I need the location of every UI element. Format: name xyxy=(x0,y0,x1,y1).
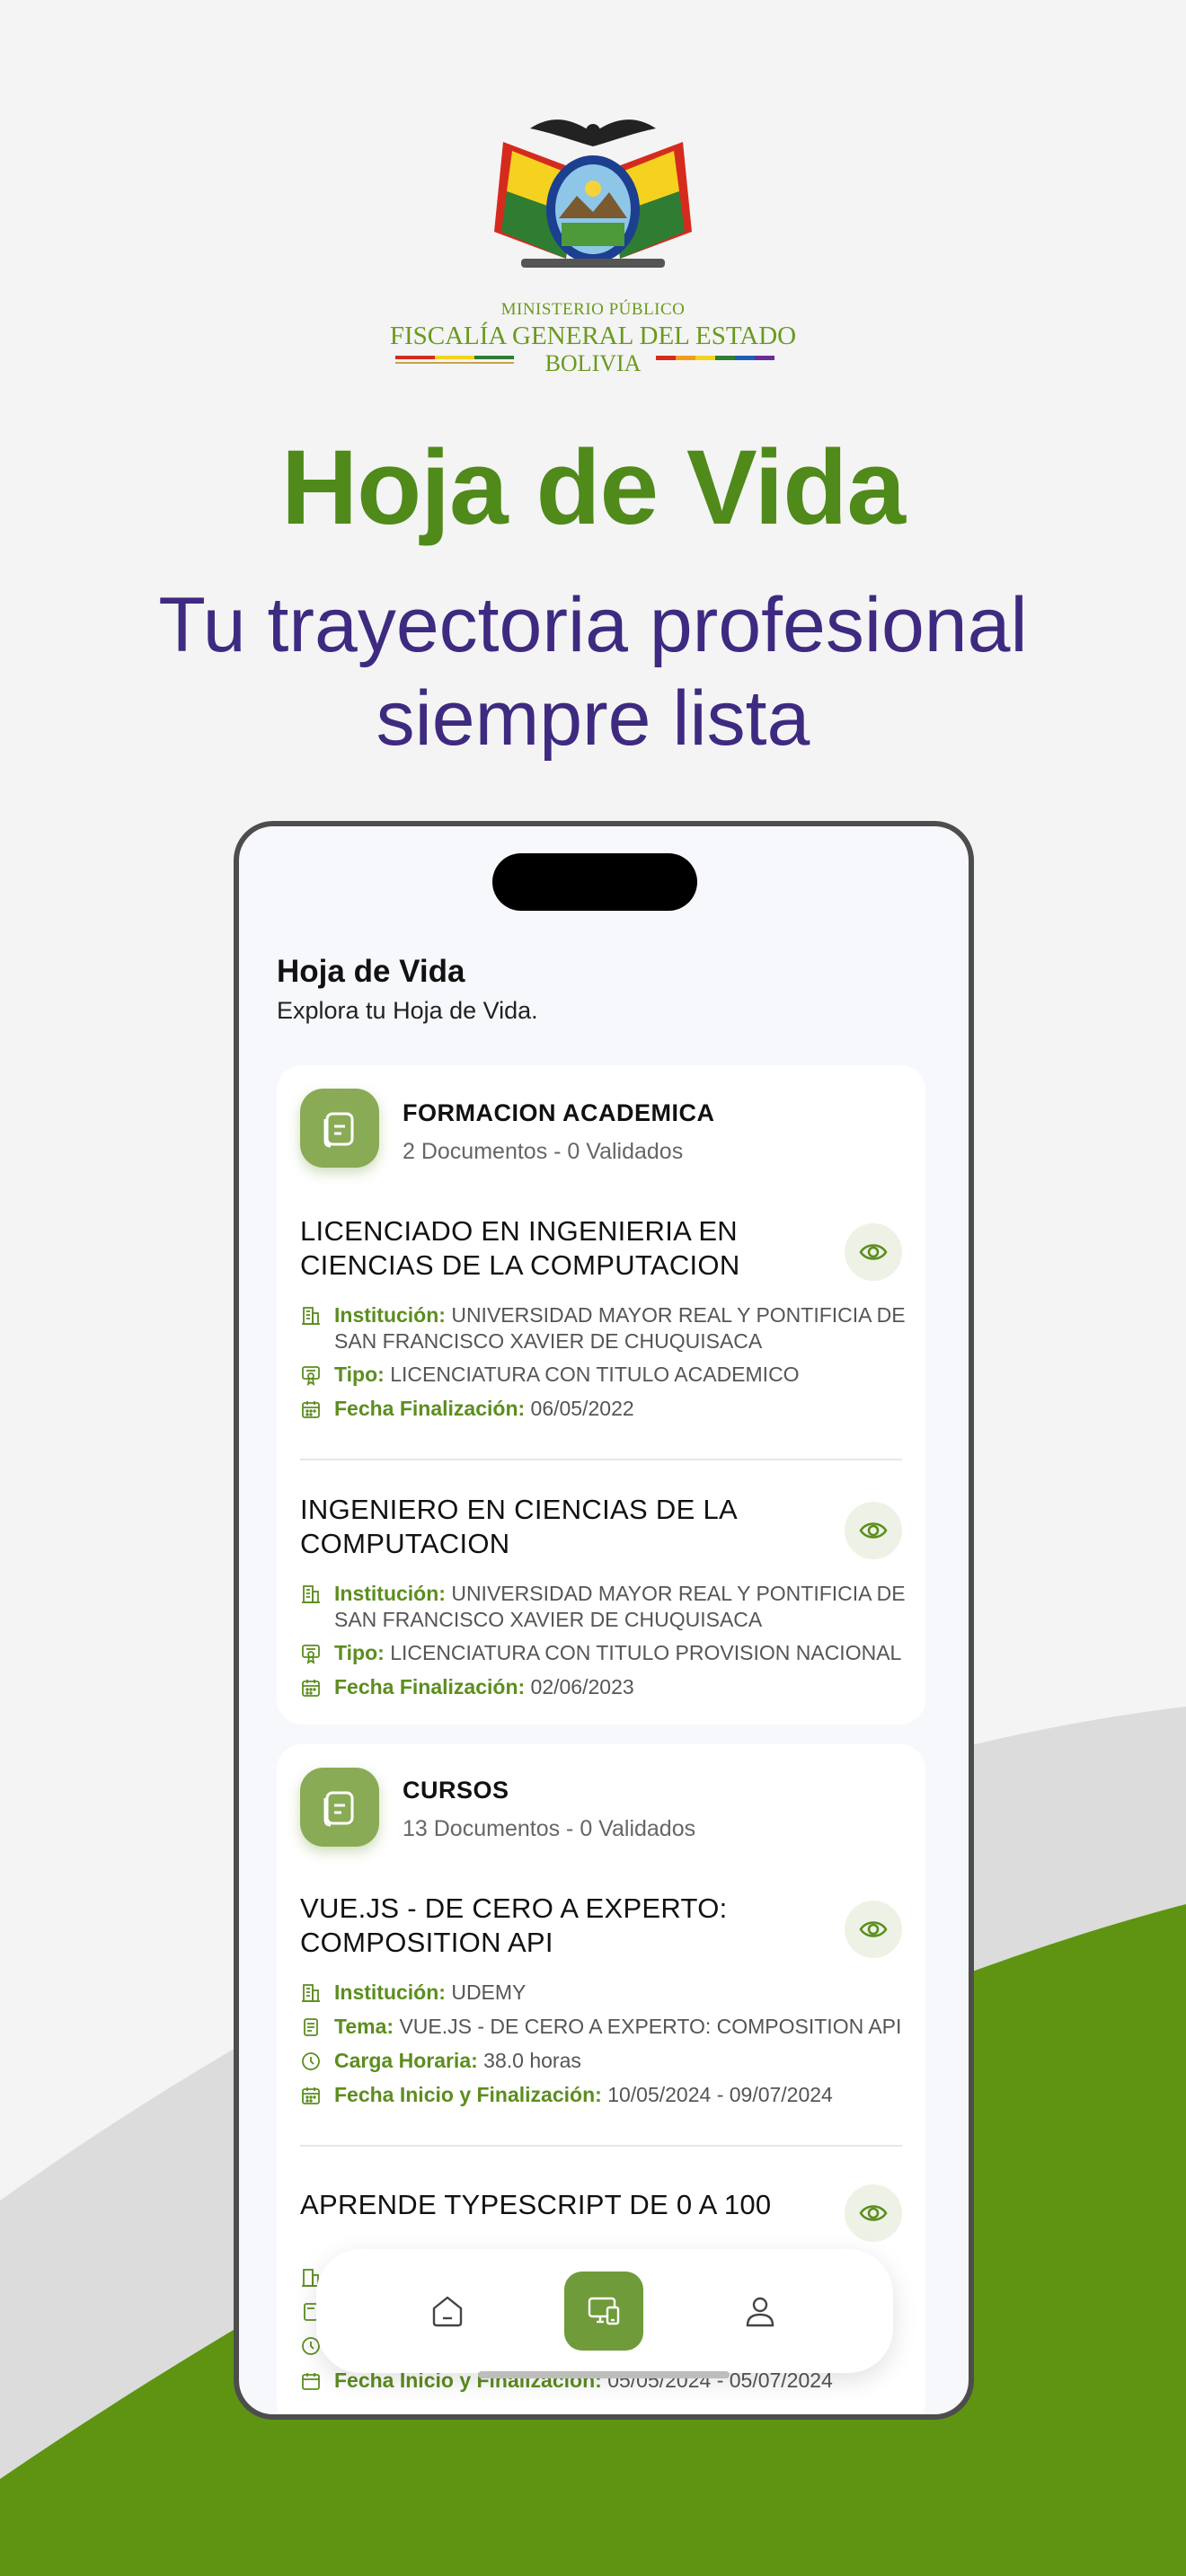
fecha-label: Fecha Finalización: xyxy=(334,1675,526,1698)
institution-row: Institución: UNIVERSIDAD MAYOR REAL Y PO… xyxy=(300,1581,911,1633)
institution-row: Institución: UDEMY xyxy=(300,1980,911,2006)
fecha-row: Fecha Inicio y Finalización: 10/05/2024 … xyxy=(300,2082,911,2108)
section-count: 13 Documentos - 0 Validados xyxy=(403,1816,696,1841)
page-title: Hoja de Vida xyxy=(277,954,465,989)
section-card-formacion-academica: FORMACION ACADEMICA 2 Documentos - 0 Val… xyxy=(277,1065,925,1725)
document-icon xyxy=(300,1089,379,1168)
home-indicator xyxy=(478,2371,730,2378)
fecha-row: Fecha Finalización: 06/05/2022 xyxy=(300,1396,911,1422)
fecha-label: Fecha Finalización: xyxy=(334,1397,526,1420)
item-title: LICENCIADO EN INGENIERIA EN CIENCIAS DE … xyxy=(300,1214,803,1283)
tipo-value: LICENCIATURA CON TITULO PROVISION NACION… xyxy=(390,1641,902,1664)
certificate-icon xyxy=(302,1645,320,1664)
view-button[interactable] xyxy=(845,1901,902,1958)
item-title-line-2: COMPUTACION xyxy=(300,1528,510,1559)
view-button[interactable] xyxy=(845,1223,902,1281)
fecha-label: Fecha Inicio y Finalización: xyxy=(334,2083,602,2106)
tema-value: VUE.JS - DE CERO A EXPERTO: COMPOSITION … xyxy=(399,2015,902,2038)
phone-mockup: Hoja de Vida Explora tu Hoja de Vida. FO… xyxy=(234,821,974,2420)
section-count: 2 Documentos - 0 Validados xyxy=(403,1139,684,1164)
flag-stripes-decoration xyxy=(395,356,774,364)
tipo-label: Tipo: xyxy=(334,1363,385,1386)
view-button[interactable] xyxy=(845,1502,902,1559)
calendar-icon xyxy=(302,2087,320,2104)
item-title-line-2: CIENCIAS DE LA COMPUTACION xyxy=(300,1249,740,1281)
page-subtitle: Explora tu Hoja de Vida. xyxy=(277,997,538,1024)
item-divider xyxy=(300,1459,902,1460)
tipo-value: LICENCIATURA CON TITULO ACADEMICO xyxy=(390,1363,800,1386)
eye-icon xyxy=(859,1921,888,1937)
eye-icon xyxy=(859,1522,888,1539)
section-title: CURSOS xyxy=(403,1777,509,1804)
calendar-icon xyxy=(302,1680,320,1697)
hero-subtitle-line-1: Tu trayectoria profesional xyxy=(158,582,1028,668)
item-title: APRENDE TYPESCRIPT DE 0 A 100 xyxy=(300,2188,803,2222)
item-title-line-1: INGENIERO EN CIENCIAS DE LA xyxy=(300,1494,738,1525)
institution-label: Institución: xyxy=(334,1981,446,2004)
fecha-value: 10/05/2024 - 09/07/2024 xyxy=(607,2083,833,2106)
tema-label: Tema: xyxy=(334,2015,394,2038)
logo-line-2: FISCALÍA GENERAL DEL ESTADO xyxy=(389,322,797,350)
item-title-line-1: APRENDE TYPESCRIPT DE 0 A 100 xyxy=(300,2189,772,2220)
carga-label: Carga Horaria: xyxy=(334,2049,478,2072)
ministerio-logo: MINISTERIO PÚBLICO FISCALÍA GENERAL DEL … xyxy=(386,106,800,376)
item-title: VUE.JS - DE CERO A EXPERTO: COMPOSITION … xyxy=(300,1892,803,1960)
fecha-value: 02/06/2023 xyxy=(530,1675,634,1698)
view-button[interactable] xyxy=(845,2184,902,2242)
item-title: INGENIERO EN CIENCIAS DE LA COMPUTACION xyxy=(300,1493,803,1561)
item-title-line-1: LICENCIADO EN INGENIERIA EN xyxy=(300,1215,738,1247)
tipo-label: Tipo: xyxy=(334,1641,385,1664)
carga-row: Carga Horaria: 38.0 horas xyxy=(300,2048,911,2074)
building-icon xyxy=(302,1585,320,1603)
hero-subtitle-line-2: siempre lista xyxy=(376,675,810,762)
nav-cv-button[interactable] xyxy=(564,2272,643,2351)
item-title-line-1: VUE.JS - DE CERO A EXPERTO: xyxy=(300,1892,728,1924)
fecha-value: 06/05/2022 xyxy=(530,1397,634,1420)
eye-icon xyxy=(859,1244,888,1260)
tipo-row: Tipo: LICENCIATURA CON TITULO PROVISION … xyxy=(300,1640,911,1666)
institution-row: Institución: UNIVERSIDAD MAYOR REAL Y PO… xyxy=(300,1302,911,1354)
user-icon xyxy=(746,2297,774,2327)
logo-line-1: MINISTERIO PÚBLICO xyxy=(500,300,686,319)
clock-icon xyxy=(302,2052,320,2070)
building-icon xyxy=(302,1984,320,2002)
institution-value: UDEMY xyxy=(451,1981,527,2004)
tipo-row: Tipo: LICENCIATURA CON TITULO ACADEMICO xyxy=(300,1362,911,1388)
institution-label: Institución: xyxy=(334,1303,446,1327)
bottom-navigation xyxy=(316,2249,893,2373)
nav-profile-button[interactable] xyxy=(721,2272,800,2351)
eye-icon xyxy=(859,2205,888,2221)
certificate-icon xyxy=(302,1366,320,1386)
section-title: FORMACION ACADEMICA xyxy=(403,1099,715,1126)
note-icon xyxy=(304,2018,318,2036)
nav-home-button[interactable] xyxy=(408,2272,487,2351)
calendar-icon xyxy=(302,2373,320,2390)
hero-subtitle: Tu trayectoria profesional siempre lista xyxy=(0,578,1186,765)
hero-title: Hoja de Vida xyxy=(280,428,906,547)
document-icon xyxy=(300,1768,379,1847)
institution-label: Institución: xyxy=(334,1582,446,1605)
building-icon xyxy=(302,1307,320,1325)
coat-of-arms-emblem xyxy=(494,119,692,268)
fecha-row: Fecha Finalización: 02/06/2023 xyxy=(300,1674,911,1700)
item-divider xyxy=(300,2145,902,2147)
calendar-icon xyxy=(302,1401,320,1418)
tema-row: Tema: VUE.JS - DE CERO A EXPERTO: COMPOS… xyxy=(300,2014,911,2040)
devices-icon xyxy=(588,2297,620,2325)
carga-value: 38.0 horas xyxy=(483,2049,581,2072)
home-icon xyxy=(432,2296,463,2327)
dynamic-island xyxy=(492,853,697,911)
item-title-line-2: COMPOSITION API xyxy=(300,1927,553,1958)
